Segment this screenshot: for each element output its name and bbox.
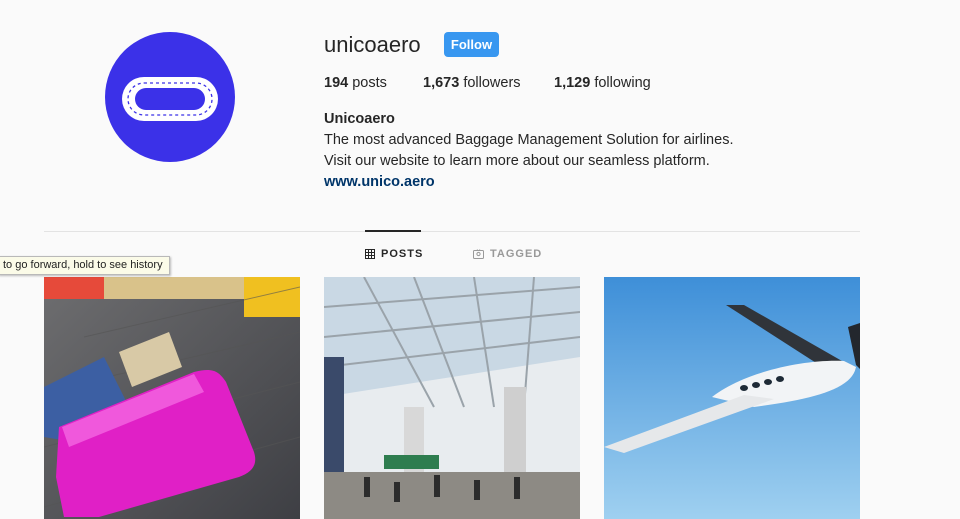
post-thumbnail[interactable] (324, 277, 580, 519)
tab-posts[interactable]: POSTS (365, 248, 423, 260)
posts-count-label: posts (352, 75, 387, 91)
posts-count: 194 posts (324, 75, 387, 91)
profile-bio-line-2: Visit our website to learn more about ou… (324, 153, 710, 169)
tabs-divider (44, 231, 860, 232)
following-count[interactable]: 1,129 following (554, 75, 651, 91)
posts-count-value: 194 (324, 75, 349, 91)
tab-posts-label: POSTS (381, 248, 424, 260)
followers-count-value: 1,673 (423, 75, 460, 91)
post-image (44, 277, 300, 519)
profile-full-name: Unicoaero (324, 111, 395, 127)
followers-count-label: followers (463, 75, 521, 91)
following-count-value: 1,129 (554, 75, 591, 91)
tag-icon (473, 249, 484, 259)
grid-icon (365, 249, 375, 259)
profile-website-link[interactable]: www.unico.aero (324, 174, 435, 190)
profile-bio-line-1: The most advanced Baggage Management Sol… (324, 132, 734, 148)
follow-button[interactable]: Follow (444, 32, 499, 57)
carousel-logo-icon (122, 77, 218, 121)
following-count-label: following (594, 75, 651, 91)
profile-avatar[interactable] (105, 32, 235, 162)
post-image (604, 277, 860, 519)
active-tab-indicator (365, 230, 421, 232)
post-image (324, 277, 580, 519)
tab-tagged-label: TAGGED (490, 248, 543, 260)
followers-count[interactable]: 1,673 followers (423, 75, 521, 91)
tab-tagged[interactable]: TAGGED (473, 248, 542, 260)
back-forward-tooltip: to go forward, hold to see history (0, 256, 170, 275)
post-thumbnail[interactable] (44, 277, 300, 519)
profile-username: unicoaero (324, 32, 421, 57)
post-thumbnail[interactable] (604, 277, 860, 519)
